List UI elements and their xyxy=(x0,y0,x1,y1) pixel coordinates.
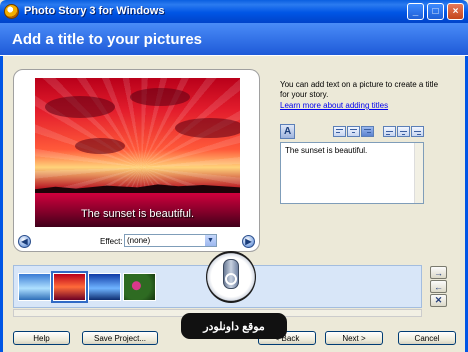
text-scrollbar[interactable] xyxy=(414,143,423,203)
sunset-thumbnail[interactable] xyxy=(51,271,88,303)
flowers-thumbnail[interactable] xyxy=(123,273,156,301)
next-button[interactable]: Next > xyxy=(325,331,383,345)
waves-thumbnail[interactable] xyxy=(88,273,121,301)
effect-value: (none) xyxy=(127,236,151,245)
preview-panel: The sunset is beautiful. ◀ ▶ Effect: (no… xyxy=(13,69,260,252)
previous-picture-button[interactable]: ◀ xyxy=(18,235,31,248)
power-icon xyxy=(225,273,237,285)
cloud-shape xyxy=(175,118,240,138)
font-icon[interactable]: A xyxy=(280,124,295,139)
learn-more-link[interactable]: Learn more about adding titles xyxy=(280,101,388,110)
effect-label: Effect: xyxy=(100,237,123,246)
title-bar: Photo Story 3 for Windows _ □ × xyxy=(0,0,468,23)
maximize-button[interactable]: □ xyxy=(427,3,444,20)
close-icon: ✕ xyxy=(434,295,443,305)
effect-select[interactable]: (none) ▼ xyxy=(124,234,217,247)
window-border-left xyxy=(0,23,3,352)
align-top-center-icon[interactable] xyxy=(347,126,360,137)
arrow-left-icon: ← xyxy=(434,281,443,292)
cancel-button[interactable]: Cancel xyxy=(398,331,456,345)
align-top-right-icon[interactable] xyxy=(361,126,374,137)
remove-picture-button[interactable]: ✕ xyxy=(430,294,447,307)
font-glyph: A xyxy=(284,126,292,137)
title-caption: The sunset is beautiful. xyxy=(80,208,195,220)
align-middle-left-icon[interactable] xyxy=(383,126,396,137)
save-project-button[interactable]: Save Project... xyxy=(82,331,158,345)
move-left-button[interactable]: ← xyxy=(430,280,447,293)
cloud-shape xyxy=(75,138,125,154)
cloud-shape xyxy=(45,96,115,118)
microphone-icon xyxy=(206,251,256,303)
arrow-right-icon: → xyxy=(434,267,443,278)
chevron-down-icon[interactable]: ▼ xyxy=(205,235,216,246)
align-top-left-icon[interactable] xyxy=(333,126,346,137)
align-middle-center-icon[interactable] xyxy=(397,126,410,137)
picture-preview: The sunset is beautiful. xyxy=(35,78,240,227)
info-text: You can add text on a picture to create … xyxy=(280,80,439,99)
watermark-badge: موقع داونلودر xyxy=(181,313,287,339)
app-icon xyxy=(4,4,19,19)
align-middle-right-icon[interactable] xyxy=(411,126,424,137)
page-header: Add a title to your pictures xyxy=(0,23,468,56)
page-title: Add a title to your pictures xyxy=(12,31,203,48)
minimize-button[interactable]: _ xyxy=(407,3,424,20)
cloud-shape xyxy=(130,88,190,106)
window-title: Photo Story 3 for Windows xyxy=(24,5,165,17)
arrow-left-icon: ◀ xyxy=(21,237,28,246)
help-button[interactable]: Help xyxy=(13,331,70,345)
next-picture-button[interactable]: ▶ xyxy=(242,235,255,248)
close-button[interactable]: × xyxy=(447,3,464,20)
move-right-button[interactable]: → xyxy=(430,266,447,279)
title-text-input[interactable]: The sunset is beautiful. xyxy=(280,142,424,204)
arrow-right-icon: ▶ xyxy=(245,237,252,246)
ocean-thumbnail[interactable] xyxy=(18,273,51,301)
title-text-value: The sunset is beautiful. xyxy=(285,146,368,155)
